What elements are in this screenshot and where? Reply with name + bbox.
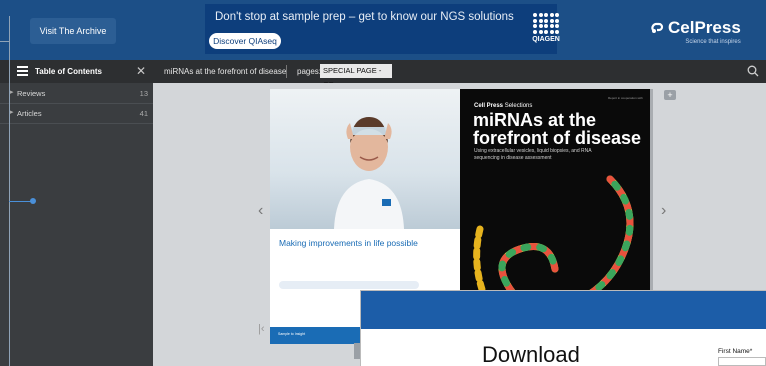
page-number-field[interactable]: SPECIAL PAGE - OF: [320, 64, 392, 89]
qiagen-logo-text: QIAGEN: [532, 35, 560, 43]
page: Visit The Archive Don't stop at sample p…: [0, 0, 766, 366]
card-link-bar[interactable]: [279, 281, 419, 289]
sidebar-item-label: Reviews: [17, 89, 46, 98]
add-bookmark-icon[interactable]: +: [664, 90, 676, 100]
sidebar-item-count: 13: [139, 89, 148, 98]
document-title: miRNAs at the forefront of disease: [164, 67, 287, 76]
cover-title: miRNAs at the forefront of disease: [473, 110, 642, 148]
viewer-toolbar: Table of Contents ✕ miRNAs at the forefr…: [0, 60, 766, 89]
qiagen-logo: QIAGEN: [530, 13, 562, 51]
sidebar-item-count: 41: [139, 109, 148, 118]
scientist-figure: [334, 117, 404, 229]
cover-series: Cell Press Selections: [474, 103, 532, 109]
card-title: Making improvements in life possible: [279, 238, 418, 248]
cellpress-tagline: Science that inspires: [685, 39, 741, 45]
first-name-label: First Name*: [718, 348, 753, 355]
card-cta-label: Sample to Insight: [278, 332, 306, 336]
sidebar-edge-line: [9, 16, 10, 366]
cellpress-logo[interactable]: CelPress Science that inspires: [650, 18, 741, 45]
cover-subtitle: Using extracellular vesicles, liquid bio…: [474, 148, 592, 161]
ad-banner[interactable]: Don't stop at sample prep – get to know …: [205, 4, 560, 54]
toc-sidebar: ▸ Reviews 13 ▸ Articles 41: [0, 83, 153, 366]
chevron-right-icon: ▸: [10, 89, 14, 96]
discover-qiaseq-button[interactable]: Discover QIAseq: [209, 33, 281, 49]
toc-list-icon[interactable]: [17, 66, 28, 76]
sidebar-edge-tick: [0, 41, 9, 42]
sidebar-item-articles[interactable]: ▸ Articles 41: [0, 103, 153, 123]
sidebar-divider: [0, 123, 153, 124]
popup-title: Download: [482, 342, 580, 366]
top-banner: Visit The Archive Don't stop at sample p…: [0, 0, 766, 60]
cover-series-name: Cell Press: [474, 103, 504, 109]
ad-headline: Don't stop at sample prep – get to know …: [215, 11, 514, 23]
cover-series-suffix: Selections: [503, 103, 533, 109]
popup-header: [361, 291, 766, 329]
cellpress-mark-icon: [651, 22, 664, 33]
cover-corner-text: Report in cooperation with: [608, 96, 643, 100]
sidebar-item-label: Articles: [17, 109, 42, 118]
toc-title: Table of Contents: [35, 67, 102, 76]
next-page-icon[interactable]: ›: [661, 202, 666, 220]
first-page-icon[interactable]: |‹: [258, 323, 265, 335]
chevron-right-icon: ▸: [10, 109, 14, 116]
visit-archive-button[interactable]: Visit The Archive: [30, 18, 116, 44]
first-name-input[interactable]: [718, 357, 766, 366]
search-icon[interactable]: [747, 65, 759, 77]
sidebar-resize-handle[interactable]: [30, 198, 36, 204]
previous-page-icon[interactable]: ‹: [258, 202, 263, 220]
pages-label: pages:: [297, 67, 322, 76]
sidebar-item-reviews[interactable]: ▸ Reviews 13: [0, 83, 153, 103]
cellpress-name: CelPress: [668, 18, 741, 37]
qiagen-dots-icon: [530, 13, 562, 34]
close-icon[interactable]: ✕: [136, 64, 146, 78]
scientist-photo: [270, 89, 460, 229]
toolbar-divider: [286, 65, 287, 78]
